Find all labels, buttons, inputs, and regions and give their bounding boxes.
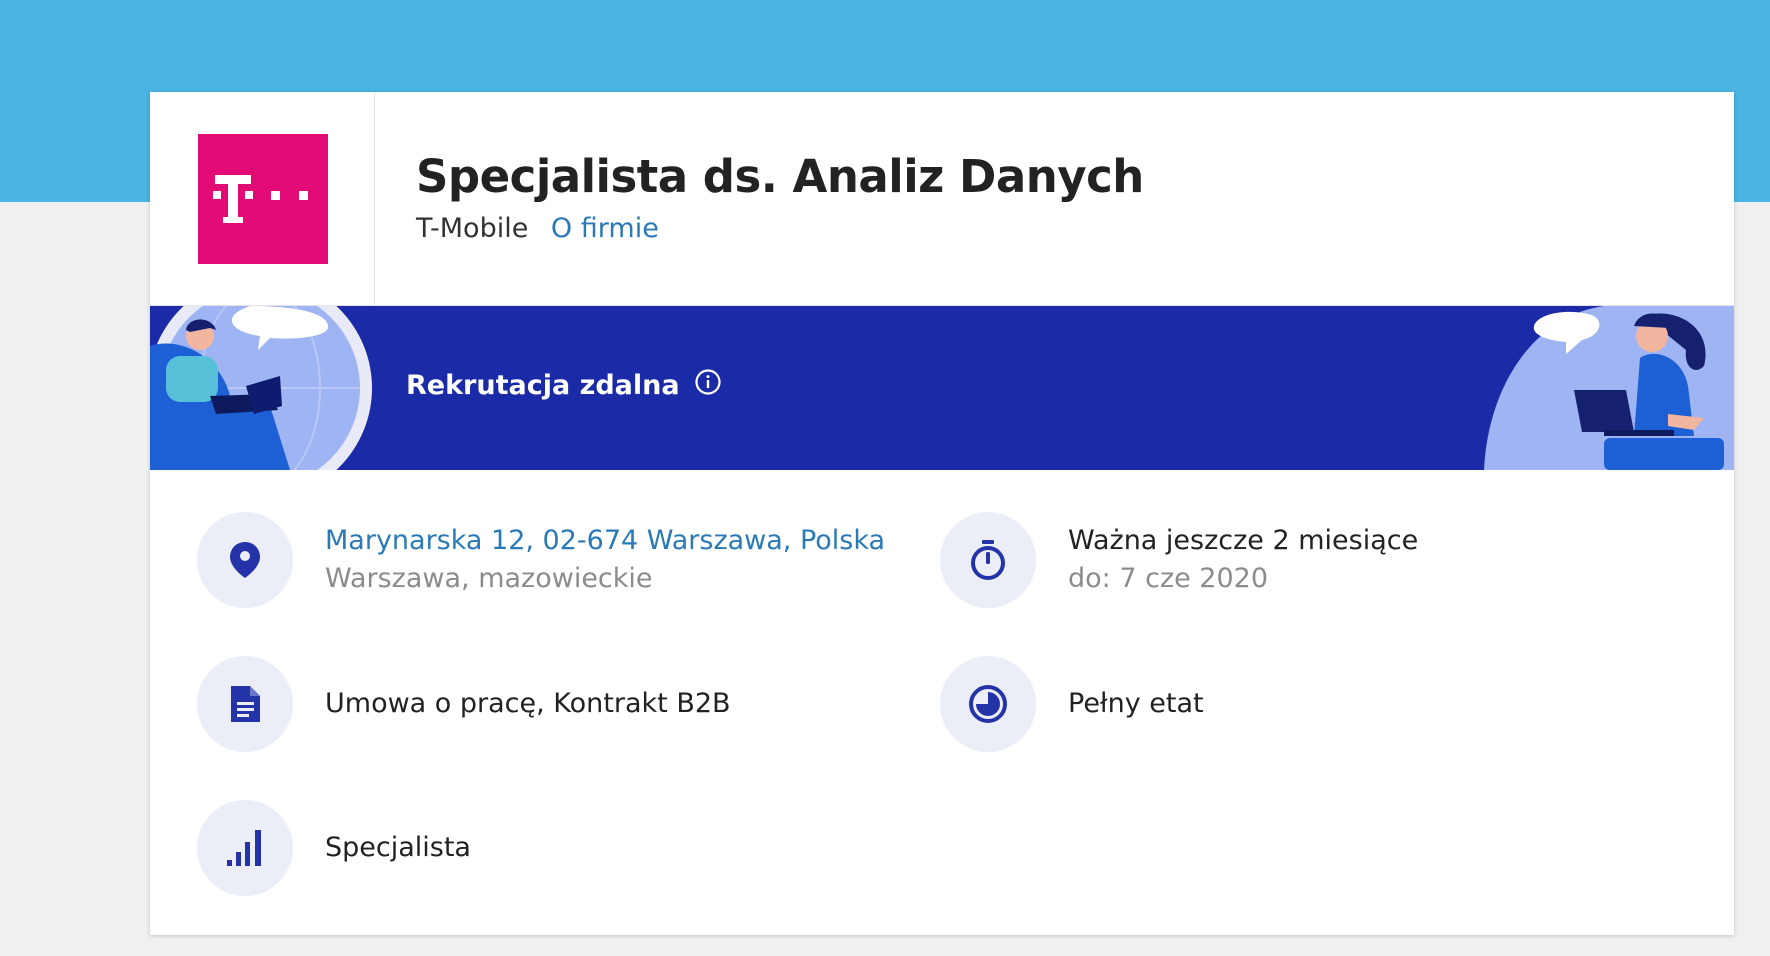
contract-types: Umowa o pracę, Kontrakt B2B [325, 688, 731, 719]
offer-header: Specjalista ds. Analiz Danych T-Mobile O… [150, 92, 1734, 306]
contract-icon-circle [197, 656, 293, 752]
location-icon-circle [197, 512, 293, 608]
document-icon [231, 686, 260, 722]
location-pin-icon [230, 542, 260, 578]
level-icon-circle [197, 800, 293, 896]
detail-worktime: Pełny etat [940, 656, 1204, 752]
company-row: T-Mobile O firmie [416, 213, 659, 244]
banner-left-illustration [150, 306, 372, 470]
clock-pie-icon [969, 685, 1007, 723]
banner-right-illustration [1484, 306, 1734, 470]
remote-recruitment-label: Rekrutacja zdalna [406, 370, 680, 401]
validity-until: do: 7 cze 2020 [1068, 563, 1269, 594]
detail-contract: Umowa o pracę, Kontrakt B2B [197, 656, 731, 752]
logo-cell [150, 92, 375, 306]
validity-status: Ważna jeszcze 2 miesiące [1068, 525, 1419, 556]
detail-location: Marynarska 12, 02-674 Warszawa, Polska W… [197, 512, 885, 608]
job-offer-card: Specjalista ds. Analiz Danych T-Mobile O… [150, 92, 1734, 935]
location-address-link[interactable]: Marynarska 12, 02-674 Warszawa, Polska [325, 522, 885, 560]
about-company-link[interactable]: O firmie [551, 213, 659, 244]
stopwatch-icon [971, 540, 1005, 580]
remote-recruitment-banner: Rekrutacja zdalna [150, 306, 1734, 470]
job-title: Specjalista ds. Analiz Danych [416, 150, 1144, 203]
company-logo[interactable] [198, 134, 328, 264]
validity-icon-circle [940, 512, 1036, 608]
worktime-value: Pełny etat [1068, 688, 1204, 719]
detail-validity: Ważna jeszcze 2 miesiące do: 7 cze 2020 [940, 512, 1418, 608]
telekom-logo-icon [213, 175, 308, 223]
signal-bars-icon [227, 830, 261, 866]
location-region: Warszawa, mazowieckie [325, 563, 653, 594]
detail-level: Specjalista [197, 800, 471, 896]
banner-label-row: Rekrutacja zdalna [406, 368, 722, 403]
level-value: Specjalista [325, 832, 471, 863]
company-name: T-Mobile [416, 213, 529, 244]
info-icon[interactable] [694, 368, 722, 403]
worktime-icon-circle [940, 656, 1036, 752]
